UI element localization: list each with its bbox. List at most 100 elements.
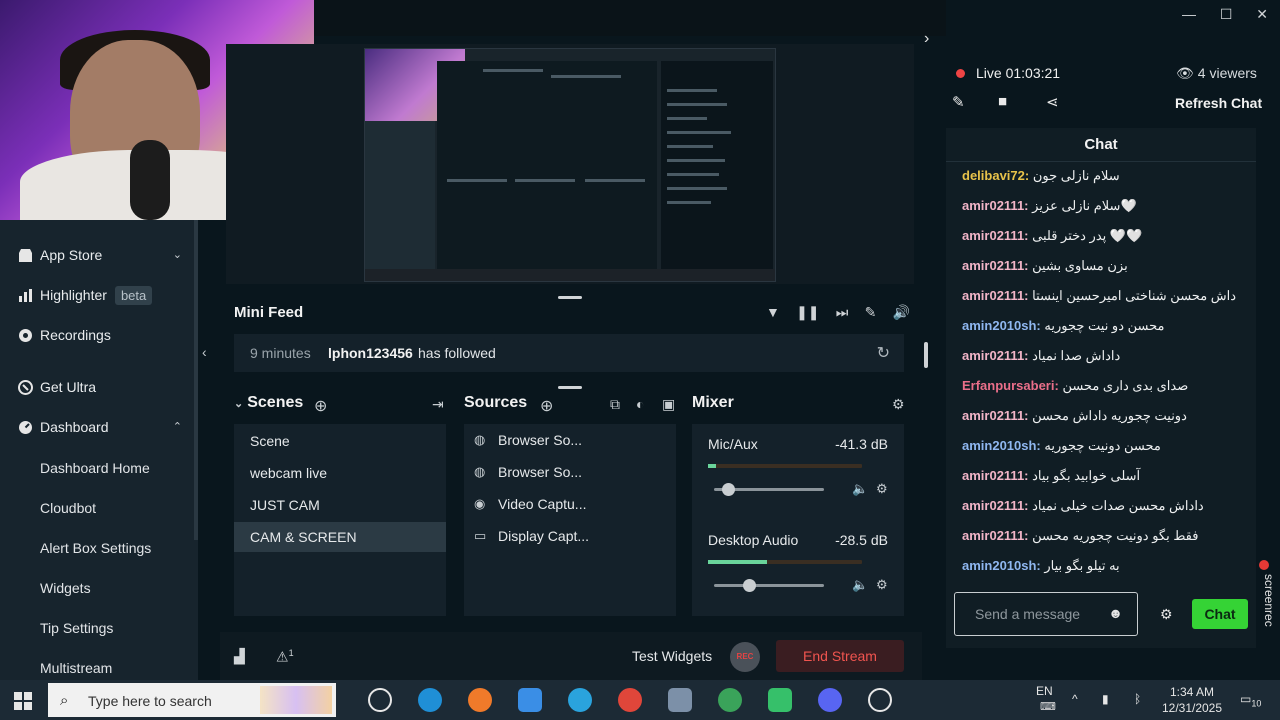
- speaker-icon[interactable]: 🔈: [852, 481, 868, 497]
- chat-message-input[interactable]: Send a message ☻: [954, 592, 1138, 636]
- sidebar-sub-dashboard-home[interactable]: Dashboard Home: [40, 460, 150, 476]
- resize-handle[interactable]: [558, 386, 582, 389]
- chevron-right-icon[interactable]: ›: [924, 30, 929, 48]
- chat-username[interactable]: amin2010sh:: [962, 438, 1041, 453]
- sidebar-sub-alert-box-settings[interactable]: Alert Box Settings: [40, 540, 151, 556]
- edit-icon[interactable]: ✎: [952, 93, 965, 111]
- bluetooth-icon[interactable]: ᛒ: [1134, 692, 1141, 706]
- scene-item[interactable]: Scene: [234, 426, 446, 456]
- speaker-icon[interactable]: 🔈: [852, 577, 868, 593]
- volume-icon[interactable]: 🔊: [893, 304, 910, 321]
- share-icon[interactable]: ⋖: [1046, 93, 1059, 111]
- sidebar-item-highlighter[interactable]: Highlighter beta: [0, 280, 198, 310]
- sidebar-sub-widgets[interactable]: Widgets: [40, 580, 91, 596]
- sidebar-sub-tip-settings[interactable]: Tip Settings: [40, 620, 113, 636]
- test-widgets-button[interactable]: Test Widgets: [632, 648, 712, 664]
- scene-item[interactable]: webcam live: [234, 458, 446, 488]
- source-item[interactable]: ◍ Browser So...: [474, 428, 582, 452]
- chrome-profile-icon[interactable]: [718, 688, 742, 712]
- scene-item-selected[interactable]: CAM & SCREEN: [234, 522, 446, 552]
- video-icon[interactable]: ■: [998, 93, 1007, 110]
- minimize-button[interactable]: —: [1182, 6, 1196, 22]
- usb-icon[interactable]: ▮: [1102, 692, 1109, 706]
- obs-icon[interactable]: [868, 688, 892, 712]
- stats-icon[interactable]: ▟: [234, 648, 245, 665]
- skip-icon[interactable]: ⏭: [836, 304, 849, 321]
- chat-username[interactable]: amir02111:: [962, 198, 1029, 213]
- sidebar-item-recordings[interactable]: Recordings: [0, 320, 198, 350]
- filter-icon[interactable]: ▼: [766, 304, 780, 321]
- sidebar-item-app-store[interactable]: App Store ⌄: [0, 240, 198, 270]
- telegram-icon[interactable]: [568, 688, 592, 712]
- chevron-down-icon[interactable]: ⌄: [234, 398, 243, 410]
- chevron-down-icon[interactable]: ⌄: [173, 248, 182, 261]
- chat-username[interactable]: amir02111:: [962, 468, 1029, 483]
- close-button[interactable]: ✕: [1256, 6, 1268, 23]
- chat-send-button[interactable]: Chat: [1192, 599, 1248, 629]
- chat-username[interactable]: amir02111:: [962, 408, 1029, 423]
- sidebar-item-dashboard[interactable]: Dashboard ⌃: [0, 412, 198, 442]
- store-app-icon[interactable]: [518, 688, 542, 712]
- sidebar-item-get-ultra[interactable]: Get Ultra: [0, 372, 198, 402]
- gear-icon[interactable]: ⚙: [876, 481, 888, 497]
- selective-recording-icon[interactable]: ◐: [636, 396, 644, 412]
- sidebar-item-label: Get Ultra: [40, 379, 97, 395]
- taskbar-search[interactable]: ⌕ Type here to search: [48, 683, 336, 717]
- language-indicator[interactable]: EN: [1036, 684, 1053, 698]
- firefox-icon[interactable]: [468, 688, 492, 712]
- add-source-icon[interactable]: ⊕: [540, 396, 553, 416]
- pause-icon[interactable]: ❚❚: [796, 304, 819, 321]
- chat-username[interactable]: Erfanpursaberi:: [962, 378, 1059, 393]
- dashboard-icon: [16, 418, 34, 436]
- gear-icon[interactable]: ⚙: [876, 577, 888, 593]
- scene-transition-icon[interactable]: ⇥: [432, 396, 444, 413]
- add-scene-icon[interactable]: ⊕: [314, 396, 327, 416]
- chat-username[interactable]: amir02111:: [962, 228, 1029, 243]
- refresh-chat-button[interactable]: Refresh Chat: [1175, 95, 1262, 111]
- mini-feed-scrollbar[interactable]: [924, 342, 928, 368]
- edge-icon[interactable]: [418, 688, 442, 712]
- file-explorer-icon[interactable]: [668, 688, 692, 712]
- chat-username[interactable]: delibavi72:: [962, 168, 1029, 183]
- streamlabs-icon[interactable]: [768, 688, 792, 712]
- mixer-panel: Mic/Aux -41.3 dB 🔈 ⚙ Desktop Audio -28.5…: [692, 424, 904, 616]
- chat-username[interactable]: amir02111:: [962, 348, 1029, 363]
- sidebar-sub-cloudbot[interactable]: Cloudbot: [40, 500, 96, 516]
- rec-button[interactable]: REC: [730, 642, 760, 672]
- sidebar-sub-multistream[interactable]: Multistream: [40, 660, 112, 676]
- chat-username[interactable]: amin2010sh:: [962, 318, 1041, 333]
- chevron-up-icon[interactable]: ^: [1072, 692, 1078, 706]
- source-item[interactable]: ▭ Display Capt...: [474, 524, 589, 548]
- volume-slider[interactable]: [714, 579, 824, 592]
- chevron-left-icon[interactable]: ‹: [202, 344, 207, 360]
- stream-preview[interactable]: [364, 48, 776, 282]
- maximize-button[interactable]: ☐: [1220, 6, 1233, 23]
- notification-icon[interactable]: ▭10: [1240, 692, 1261, 708]
- chatgpt-icon[interactable]: [368, 688, 392, 712]
- layout-icon[interactable]: ⧉: [610, 396, 620, 413]
- source-item[interactable]: ◍ Browser So...: [474, 460, 582, 484]
- windows-start-icon[interactable]: [14, 692, 32, 710]
- chat-username[interactable]: amir02111:: [962, 258, 1029, 273]
- chat-username[interactable]: amin2010sh:: [962, 558, 1041, 573]
- end-stream-button[interactable]: End Stream: [776, 640, 904, 672]
- emoji-icon[interactable]: ☻: [1108, 605, 1123, 621]
- volume-slider[interactable]: [714, 483, 824, 496]
- gear-icon[interactable]: ⚙: [892, 396, 905, 413]
- chat-username[interactable]: amir02111:: [962, 498, 1029, 513]
- alert-icon[interactable]: ⚠1: [276, 648, 294, 666]
- chat-username[interactable]: amir02111:: [962, 288, 1029, 303]
- chat-username[interactable]: amir02111:: [962, 528, 1029, 543]
- gear-icon[interactable]: ⚙: [1160, 606, 1173, 623]
- chrome-icon[interactable]: [618, 688, 642, 712]
- resize-handle[interactable]: [558, 296, 582, 299]
- repeat-icon[interactable]: ↻: [877, 343, 890, 363]
- clock[interactable]: 1:34 AM 12/31/2025: [1160, 684, 1224, 716]
- discord-icon[interactable]: [818, 688, 842, 712]
- chevron-up-icon[interactable]: ⌃: [173, 420, 182, 433]
- scene-item[interactable]: JUST CAM: [234, 490, 446, 520]
- source-item[interactable]: ◉ Video Captu...: [474, 492, 586, 516]
- folder-icon[interactable]: ▣: [662, 396, 675, 413]
- mute-alerts-icon[interactable]: ✎: [865, 304, 877, 321]
- keyboard-icon[interactable]: ⌨: [1040, 700, 1056, 713]
